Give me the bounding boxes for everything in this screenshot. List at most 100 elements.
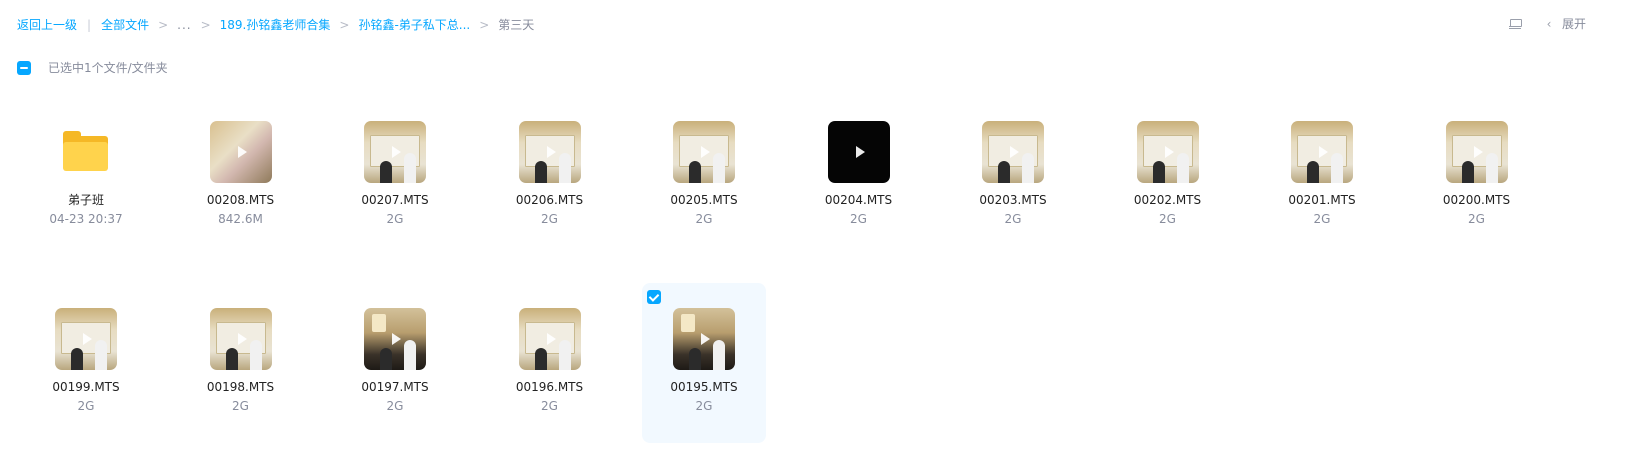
breadcrumb-current: 第三天	[498, 18, 535, 32]
thumbnail-figure	[380, 161, 392, 183]
thumbnail-figure	[71, 348, 83, 370]
thumbnail-figure	[558, 340, 571, 370]
file-item[interactable]: 00203.MTS 2G	[951, 96, 1075, 256]
file-meta: 2G	[850, 212, 867, 226]
thumbnail-figure	[1152, 161, 1165, 183]
file-name: 00206.MTS	[515, 193, 584, 207]
file-meta: 2G	[232, 399, 249, 413]
file-item[interactable]: 00200.MTS 2G	[1415, 96, 1539, 256]
video-thumbnail	[518, 308, 581, 370]
back-link[interactable]: 返回上一级	[17, 17, 77, 33]
file-meta: 2G	[695, 212, 713, 226]
video-thumbnail	[1445, 121, 1508, 183]
expand-button[interactable]: 展开	[1562, 15, 1586, 32]
thumbnail-figure	[249, 340, 262, 370]
file-item[interactable]: 00197.MTS 2G	[333, 283, 457, 443]
folder-item[interactable]: 弟子班 04-23 20:37	[24, 96, 148, 256]
file-meta: 2G	[1313, 212, 1331, 226]
thumbnail-figure	[1307, 161, 1319, 183]
chevron-left-icon[interactable]: ‹	[1544, 17, 1554, 31]
play-icon	[392, 333, 401, 345]
thumbnail-figure	[998, 161, 1010, 183]
thumbnail-figure	[380, 348, 392, 370]
select-all-checkbox[interactable]	[17, 60, 31, 75]
file-item[interactable]: 00207.MTS 2G	[333, 96, 457, 256]
file-meta: 2G	[1468, 212, 1485, 226]
video-thumbnail	[673, 308, 735, 370]
breadcrumb: 返回上一级 | 全部文件 > ... > 189.孙铭鑫老师合集 > 孙铭鑫-弟…	[17, 17, 534, 33]
thumbnail-figure	[689, 161, 701, 183]
file-item[interactable]: 00204.MTS 2G	[797, 96, 921, 256]
thumbnail-figure	[713, 153, 725, 183]
file-meta: 2G	[77, 399, 95, 413]
thumbnail-figure	[1176, 153, 1189, 183]
play-icon	[701, 333, 710, 345]
file-item[interactable]: 00201.MTS 2G	[1260, 96, 1384, 256]
file-name: 00195.MTS	[670, 380, 738, 394]
breadcrumb-level2[interactable]: 孙铭鑫-弟子私下总...	[358, 17, 470, 33]
video-thumbnail	[673, 121, 735, 183]
selection-row: 已选中1个文件/文件夹	[17, 59, 168, 76]
breadcrumb-separator: >	[200, 18, 211, 32]
video-thumbnail	[364, 308, 426, 370]
thumbnail-figure	[404, 340, 416, 370]
play-icon	[855, 146, 865, 158]
breadcrumb-separator: >	[339, 18, 350, 32]
file-name: 00196.MTS	[515, 380, 584, 394]
video-thumbnail	[827, 121, 890, 183]
play-icon	[546, 146, 556, 158]
thumbnail-figure	[1461, 161, 1474, 183]
play-icon	[1319, 146, 1328, 158]
file-name: 00208.MTS	[206, 193, 275, 207]
top-bar: 返回上一级 | 全部文件 > ... > 189.孙铭鑫老师合集 > 孙铭鑫-弟…	[0, 0, 1626, 50]
play-icon	[701, 146, 710, 158]
file-item[interactable]: 00196.MTS 2G	[488, 283, 612, 443]
file-item[interactable]: 00202.MTS 2G	[1106, 96, 1230, 256]
play-icon	[83, 333, 92, 345]
list-view-icon[interactable]	[1508, 17, 1522, 31]
file-meta: 2G	[695, 399, 713, 413]
file-name: 00204.MTS	[824, 193, 893, 207]
play-icon	[1164, 146, 1174, 158]
play-icon	[237, 333, 247, 345]
file-name: 00201.MTS	[1288, 193, 1356, 207]
thumbnail-figure	[713, 340, 725, 370]
thumbnail-figure	[404, 153, 416, 183]
video-thumbnail	[518, 121, 581, 183]
thumbnail-figure	[95, 340, 107, 370]
breadcrumb-separator: >	[479, 18, 490, 32]
thumbnail-figure	[1485, 153, 1498, 183]
thumbnail-figure	[225, 348, 238, 370]
top-actions: ‹ 展开	[1508, 15, 1586, 32]
folder-icon	[63, 131, 108, 171]
file-name: 00199.MTS	[52, 380, 120, 394]
video-thumbnail	[982, 121, 1044, 183]
item-checkbox[interactable]	[647, 290, 661, 304]
file-name: 00202.MTS	[1133, 193, 1202, 207]
video-thumbnail	[209, 121, 272, 183]
file-meta: 2G	[541, 399, 558, 413]
file-meta: 2G	[386, 212, 404, 226]
file-meta: 842.6M	[218, 212, 263, 226]
thumbnail-figure	[1331, 153, 1343, 183]
breadcrumb-ellipsis[interactable]: ...	[177, 17, 191, 33]
breadcrumb-all-files[interactable]: 全部文件	[101, 17, 149, 33]
file-item[interactable]: 00205.MTS 2G	[642, 96, 766, 256]
breadcrumb-separator: >	[158, 18, 169, 32]
file-item[interactable]: 00198.MTS 2G	[179, 283, 303, 443]
file-item[interactable]: 00206.MTS 2G	[488, 96, 612, 256]
file-meta: 2G	[1159, 212, 1176, 226]
play-icon	[546, 333, 556, 345]
play-icon	[1010, 146, 1019, 158]
file-item[interactable]: 00199.MTS 2G	[24, 283, 148, 443]
file-meta: 2G	[1004, 212, 1022, 226]
thumbnail-figure	[558, 153, 571, 183]
breadcrumb-divider: |	[87, 18, 92, 32]
play-icon	[1473, 146, 1483, 158]
file-item[interactable]: 00195.MTS 2G	[642, 283, 766, 443]
video-thumbnail	[209, 308, 272, 370]
file-item[interactable]: 00208.MTS 842.6M	[179, 96, 303, 256]
video-thumbnail	[55, 308, 117, 370]
file-meta: 04-23 20:37	[49, 212, 123, 226]
breadcrumb-level1[interactable]: 189.孙铭鑫老师合集	[220, 17, 331, 33]
